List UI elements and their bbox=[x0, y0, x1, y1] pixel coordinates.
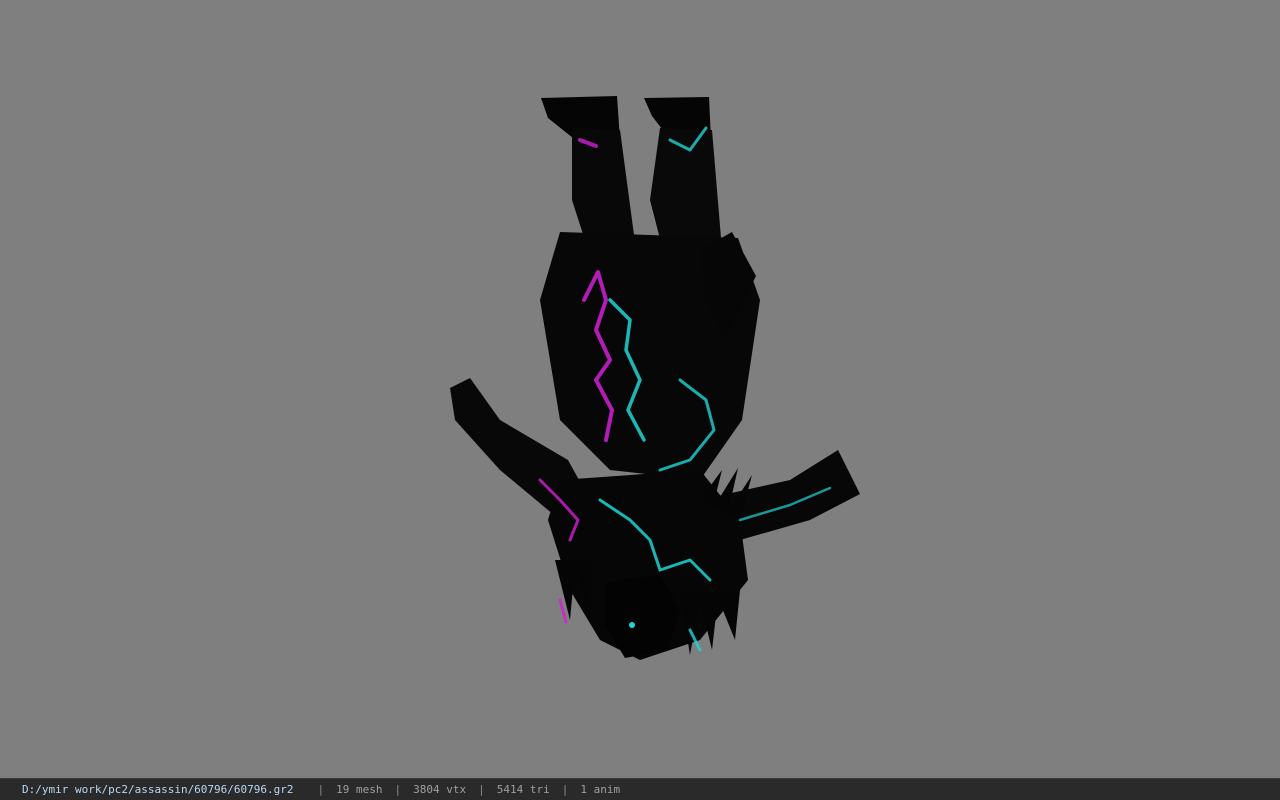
separator: | bbox=[317, 783, 325, 796]
model-body bbox=[450, 96, 860, 660]
3d-viewport[interactable] bbox=[0, 0, 1280, 778]
separator: | bbox=[394, 783, 402, 796]
separator: | bbox=[561, 783, 569, 796]
triangle-count: 5414 tri bbox=[496, 783, 550, 796]
file-path: D:/ymir work/pc2/assassin/60796/60796.gr… bbox=[22, 783, 294, 796]
claws-right bbox=[680, 590, 740, 655]
animation-count: 1 anim bbox=[580, 783, 621, 796]
vertex-count: 3804 vtx bbox=[413, 783, 467, 796]
assassin-model-render bbox=[450, 96, 860, 660]
mesh-count: 19 mesh bbox=[336, 783, 383, 796]
status-bar: D:/ymir work/pc2/assassin/60796/60796.gr… bbox=[0, 778, 1280, 800]
eye-glow bbox=[629, 622, 635, 628]
separator: | bbox=[478, 783, 485, 796]
glow-magenta-claws bbox=[558, 598, 568, 624]
